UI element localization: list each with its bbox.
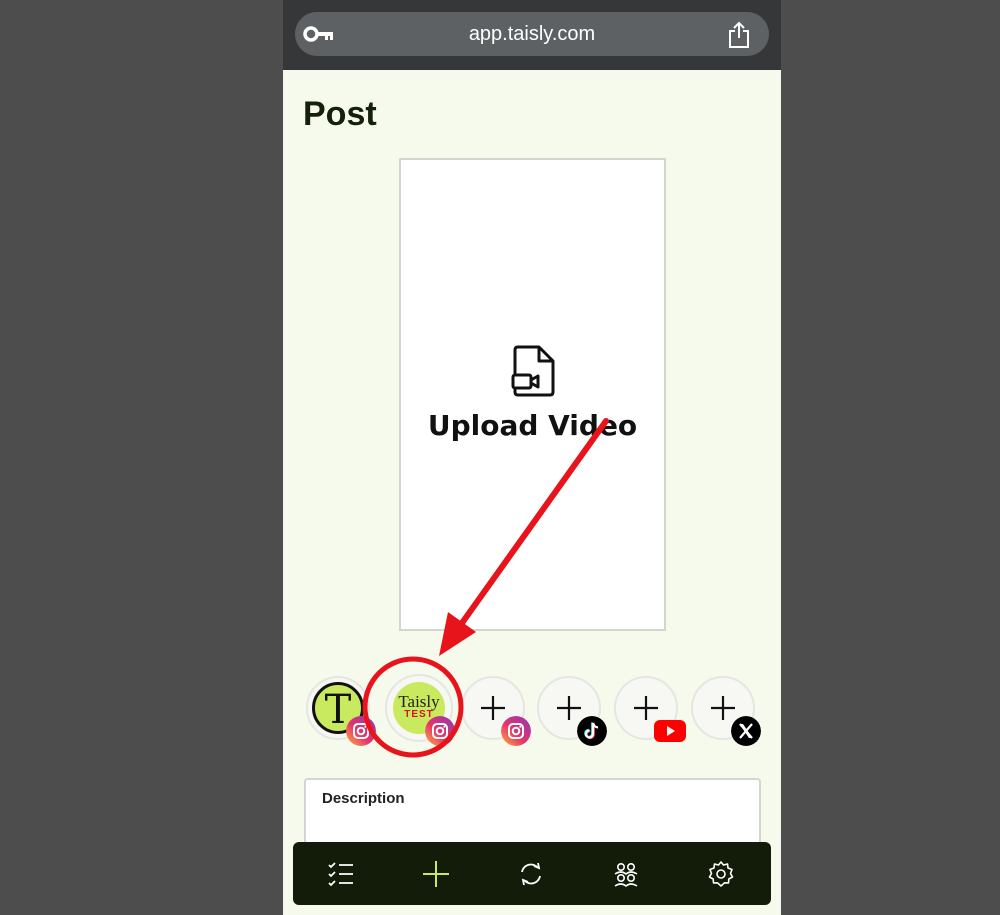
instagram-icon [501, 716, 531, 746]
bottom-tab-bar [293, 842, 771, 905]
account-instagram-t[interactable]: T [306, 676, 376, 746]
url-text[interactable]: app.taisly.com [295, 12, 769, 56]
account-instagram-taisly-test[interactable]: Taisly TEST [385, 674, 455, 746]
instagram-icon [425, 716, 455, 746]
gear-icon [708, 861, 734, 887]
browser-bar: app.taisly.com [283, 0, 781, 70]
tiktok-icon [577, 716, 607, 746]
group-icon [614, 862, 638, 888]
page-title: Post [303, 95, 377, 133]
plus-icon [711, 696, 735, 720]
share-icon[interactable] [726, 21, 752, 49]
plus-icon [557, 696, 581, 720]
tab-settings[interactable] [673, 842, 768, 905]
upload-video-label[interactable]: Upload Video [401, 409, 664, 442]
instagram-icon [346, 716, 376, 746]
description-label: Description [322, 790, 405, 807]
tab-checklist[interactable] [293, 842, 388, 905]
youtube-icon [654, 720, 686, 742]
add-instagram-account[interactable] [461, 676, 531, 746]
refresh-icon [521, 862, 541, 886]
add-tiktok-account[interactable] [537, 676, 607, 746]
address-bar[interactable]: app.taisly.com [295, 12, 769, 56]
add-x-account[interactable] [691, 676, 761, 746]
checklist-icon [328, 862, 353, 887]
tab-refresh[interactable] [483, 842, 578, 905]
plus-icon [423, 861, 449, 887]
tab-create-post[interactable] [388, 842, 483, 905]
phone-screen: app.taisly.com Post Upload Video T Taisl… [283, 0, 781, 915]
tab-accounts[interactable] [578, 842, 673, 905]
upload-video-area[interactable]: Upload Video [399, 158, 666, 631]
plus-icon [481, 696, 505, 720]
accounts-row: T Taisly TEST [283, 672, 781, 752]
plus-icon [634, 696, 658, 720]
file-video-icon [511, 345, 555, 397]
add-youtube-account[interactable] [614, 676, 686, 742]
x-icon [731, 716, 761, 746]
